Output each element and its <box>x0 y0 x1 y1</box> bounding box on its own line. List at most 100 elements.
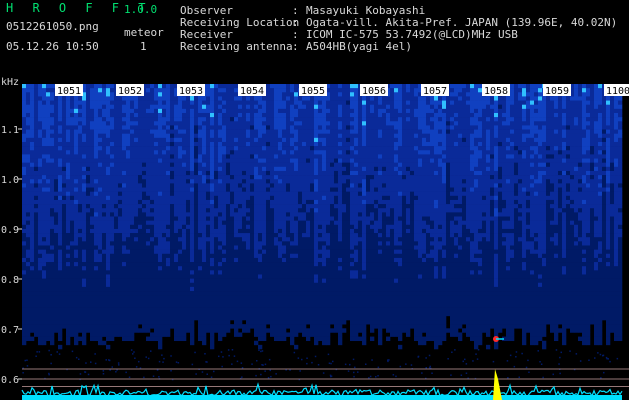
noise-cell <box>138 179 143 184</box>
noise-cell <box>330 270 335 275</box>
noise-cell <box>342 315 347 321</box>
noise-cell <box>42 133 47 139</box>
noise-cell <box>118 208 123 213</box>
noise-cell <box>146 166 151 172</box>
noise-cell <box>278 324 283 329</box>
noise-cell <box>314 220 319 226</box>
noise-cell <box>278 315 283 321</box>
noise-cell <box>234 274 239 279</box>
noise-cell <box>194 220 199 226</box>
noise-cell <box>86 84 91 89</box>
noise-cell <box>98 146 103 151</box>
noise-cell <box>214 233 219 238</box>
noise-cell <box>110 245 115 250</box>
noise-cell <box>38 121 43 126</box>
noise-cell <box>322 286 327 292</box>
noise-cell <box>130 233 135 238</box>
noise-cell <box>338 249 343 255</box>
noise-cell <box>258 274 263 279</box>
noise-cell <box>278 137 283 143</box>
noise-cell <box>102 315 107 321</box>
noise-cell <box>114 324 119 329</box>
noise-cell <box>158 204 163 209</box>
noise-cell <box>154 315 159 321</box>
noise-cell <box>238 112 243 118</box>
noise-cell <box>202 117 207 122</box>
noise-cell <box>26 204 31 209</box>
noise-cell <box>146 150 151 155</box>
noise-cell <box>214 295 219 300</box>
noise-cell <box>230 170 235 176</box>
noise-cell <box>170 220 175 226</box>
noise-cell <box>294 270 299 275</box>
noise-cell <box>242 286 247 292</box>
noise-cell <box>222 262 227 267</box>
noise-cell <box>22 108 27 114</box>
noise-cell <box>154 220 159 226</box>
noise-cell <box>290 208 295 213</box>
noise-cell <box>102 191 107 197</box>
noise-cell <box>290 104 295 110</box>
noise-cell <box>202 303 207 308</box>
noise-cell <box>62 216 67 221</box>
noise-cell <box>210 121 215 126</box>
noise-cell <box>342 154 347 159</box>
noise-cell <box>150 220 155 226</box>
noise-cell <box>162 125 167 130</box>
noise-cell <box>154 121 159 126</box>
noise-cell <box>142 320 147 325</box>
noise-cell <box>54 295 59 300</box>
noise-cell <box>334 129 339 134</box>
noise-cell <box>214 179 219 184</box>
noise-cell <box>22 332 27 337</box>
noise-cell <box>74 340 79 346</box>
noise-cell <box>238 262 243 267</box>
noise-cell <box>62 262 67 267</box>
noise-cell <box>138 278 143 284</box>
noise-cell <box>74 187 79 192</box>
noise-cell <box>86 170 91 176</box>
noise-cell <box>282 179 287 184</box>
noise-cell <box>122 324 127 329</box>
noise-cell <box>306 216 311 221</box>
noise-cell <box>314 150 319 155</box>
noise-cell <box>182 212 187 217</box>
noise-cell <box>250 137 255 143</box>
noise-cell <box>326 137 331 143</box>
noise-cell <box>234 162 239 168</box>
noise-cell <box>194 150 199 155</box>
noise-cell <box>158 117 163 122</box>
noise-cell <box>74 133 79 139</box>
noise-cell <box>142 212 147 217</box>
noise-cell <box>250 158 255 163</box>
noise-cell <box>214 228 219 234</box>
noise-cell <box>70 100 75 105</box>
noise-cell <box>146 199 151 205</box>
noise-cell <box>274 278 279 284</box>
noise-cell <box>330 133 335 139</box>
noise-cell <box>74 191 79 197</box>
noise-cell <box>70 141 75 147</box>
noise-cell <box>50 179 55 184</box>
noise-cell <box>290 117 295 122</box>
noise-cell <box>142 282 147 288</box>
noise-cell <box>314 286 319 292</box>
noise-cell <box>34 299 39 304</box>
noise-cell <box>298 137 303 143</box>
noise-cell <box>238 245 243 250</box>
noise-cell <box>46 216 51 221</box>
noise-cell <box>326 257 331 263</box>
noise-cell <box>70 158 75 163</box>
noise-cell <box>78 137 83 143</box>
noise-cell <box>50 311 55 317</box>
noise-cell <box>50 324 55 329</box>
noise-cell <box>202 129 207 134</box>
noise-cell <box>146 187 151 192</box>
noise-cell <box>230 291 235 296</box>
noise-cell <box>342 228 347 234</box>
noise-cell <box>290 92 295 97</box>
noise-cell <box>314 324 319 329</box>
noise-cell <box>74 224 79 230</box>
noise-cell <box>338 307 343 313</box>
noise-cell <box>170 237 175 242</box>
